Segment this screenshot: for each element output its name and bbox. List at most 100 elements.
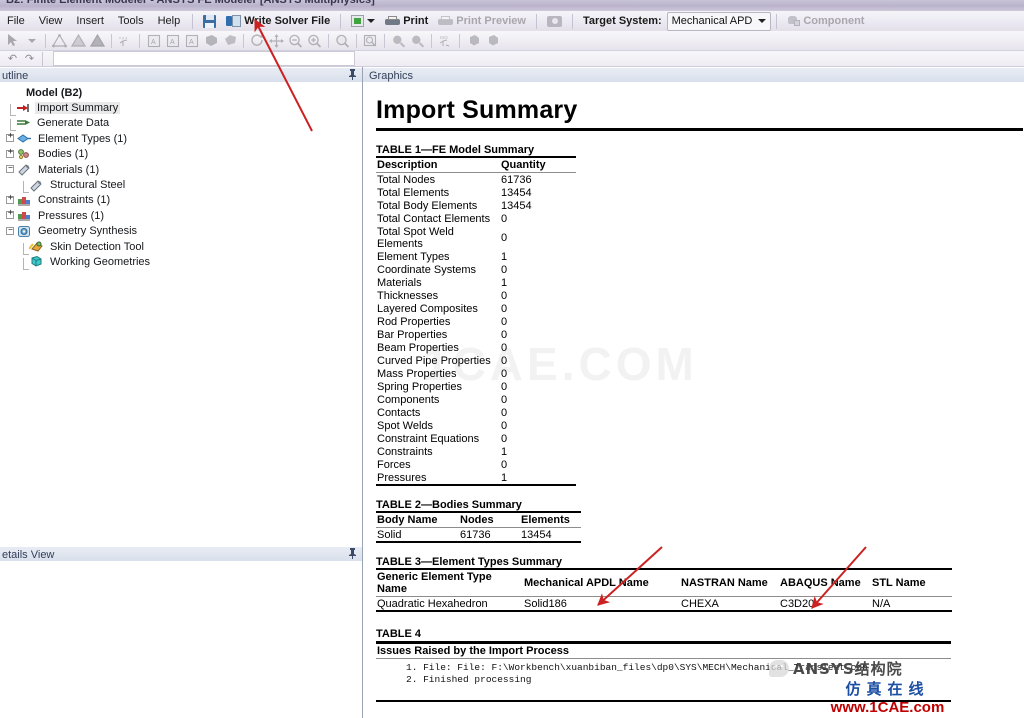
- select-nodes-icon[interactable]: [50, 32, 69, 49]
- table-cell: 13454: [501, 186, 532, 199]
- brand-url: www.1CAE.com: [830, 699, 945, 716]
- outline-node-skin-detection-tool[interactable]: Skin Detection Tool: [0, 239, 362, 255]
- outline-node-structural-steel[interactable]: Structural Steel: [0, 177, 362, 194]
- table-row: Pressures 1: [376, 471, 576, 486]
- image-capture-button[interactable]: [346, 14, 380, 28]
- outline-node-constraints-1[interactable]: Constraints (1): [0, 193, 362, 208]
- menu-tools[interactable]: Tools: [111, 13, 151, 29]
- undo-button[interactable]: ↶: [4, 52, 21, 65]
- chevron-down-icon[interactable]: [758, 19, 767, 23]
- box-zoom-icon[interactable]: [361, 32, 380, 49]
- zoom-in-icon[interactable]: [305, 32, 324, 49]
- chevron-down-icon[interactable]: [367, 19, 376, 23]
- separator: [431, 33, 432, 48]
- expand-toggle-icon[interactable]: [5, 193, 16, 206]
- print-preview-icon: [438, 15, 454, 27]
- wireframe-icon[interactable]: [220, 32, 239, 49]
- column-header: ABAQUS Name: [779, 568, 871, 597]
- magnifier-dark2-icon[interactable]: [408, 32, 427, 49]
- table3-caption: TABLE 3—Element Types Summary: [376, 556, 563, 568]
- menu-view[interactable]: View: [32, 13, 70, 29]
- iso-view-icon[interactable]: ISO: [436, 32, 455, 49]
- expand-toggle-icon[interactable]: [5, 147, 16, 160]
- view-top-icon[interactable]: A: [163, 32, 182, 49]
- outline-node-label: Materials (1): [38, 163, 100, 176]
- table-row: Rod Properties 0: [376, 315, 576, 328]
- rotate-icon[interactable]: [248, 32, 267, 49]
- table-cell: Constraints: [377, 445, 433, 458]
- zoom-out-icon[interactable]: [286, 32, 305, 49]
- view-side-icon[interactable]: A: [182, 32, 201, 49]
- print-preview-button[interactable]: Print Preview: [433, 14, 531, 28]
- outline-node-element-types-1[interactable]: Element Types (1): [0, 131, 362, 146]
- pin-icon[interactable]: [348, 548, 357, 562]
- pan-icon[interactable]: [267, 32, 286, 49]
- collapse-toggle-icon[interactable]: [5, 162, 16, 175]
- target-system-dropdown[interactable]: Mechanical APD: [666, 11, 772, 31]
- solid-shade-icon[interactable]: [201, 32, 220, 49]
- redo-button[interactable]: ↷: [21, 52, 38, 65]
- target-system-group: Target System:: [578, 14, 667, 28]
- generate-data-icon: [16, 117, 31, 130]
- outline-node-label: Geometry Synthesis: [38, 225, 138, 238]
- column-header: Quantity: [500, 156, 576, 173]
- bodies-icon: [17, 148, 32, 161]
- table-row: Total Contact Elements 0: [376, 212, 576, 225]
- write-solver-file-button[interactable]: Write Solver File: [221, 14, 335, 28]
- select-edges-icon[interactable]: [69, 32, 88, 49]
- table-cell: 0: [501, 432, 508, 445]
- command-input[interactable]: [53, 51, 355, 66]
- outline-node-import-summary[interactable]: Import Summary: [0, 100, 362, 117]
- outline-node-pressures-1[interactable]: Pressures (1): [0, 208, 362, 223]
- outline-node-materials-1[interactable]: Materials (1): [0, 162, 362, 177]
- table-cell: 0: [501, 458, 508, 471]
- menu-file[interactable]: File: [0, 13, 32, 29]
- collapse-toggle-icon[interactable]: [5, 224, 16, 237]
- outline-node-label: Skin Detection Tool: [50, 240, 144, 253]
- expand-toggle-icon[interactable]: [5, 208, 16, 221]
- magnifier-dark-icon[interactable]: [389, 32, 408, 49]
- table-cell: 13454: [520, 527, 581, 543]
- camera-button[interactable]: [542, 15, 567, 28]
- wechat-account-name: ANSYS结构院: [793, 659, 903, 678]
- separator: [192, 13, 194, 29]
- component-button[interactable]: Component: [782, 14, 869, 28]
- table-row: Constraints 1: [376, 445, 576, 458]
- save-button[interactable]: [198, 14, 221, 29]
- table-cell: 0: [501, 302, 508, 315]
- menu-help[interactable]: Help: [151, 13, 188, 29]
- column-header: Generic Element Type Name: [376, 568, 523, 597]
- image-icon: [351, 15, 365, 27]
- select-faces-icon[interactable]: [88, 32, 107, 49]
- pin-icon[interactable]: [348, 69, 357, 83]
- coordinate-axes-icon[interactable]: x y z: [116, 32, 135, 49]
- print-button[interactable]: Print: [380, 14, 433, 28]
- expand-toggle-icon[interactable]: [5, 131, 16, 144]
- details-view-panel: [0, 561, 362, 718]
- outline-node-generate-data[interactable]: Generate Data: [0, 116, 362, 132]
- zoom-fit-icon[interactable]: [333, 32, 352, 49]
- view-front-icon[interactable]: A: [144, 32, 163, 49]
- shaded-body-icon[interactable]: [464, 32, 483, 49]
- shaded-body2-icon[interactable]: [483, 32, 502, 49]
- table-row: Mass Properties 0: [376, 367, 576, 380]
- separator: [356, 33, 357, 48]
- chevron-down-icon[interactable]: [22, 32, 41, 49]
- table-cell: 1: [501, 445, 508, 458]
- outline-node-model-b2[interactable]: Model (B2): [0, 85, 362, 100]
- window-title: B2: Finite Element Modeler - ANSYS FE Mo…: [6, 0, 375, 6]
- menu-insert[interactable]: Insert: [69, 13, 111, 29]
- fe-model-summary-table: Description Quantity Total Nodes 61736 Tota…: [376, 156, 576, 486]
- element-types-summary-table: Generic Element Type Name Mechanical APDL…: [376, 568, 952, 612]
- select-cursor-icon[interactable]: [3, 32, 22, 49]
- outline-node-working-geometries[interactable]: Working Geometries: [0, 254, 362, 270]
- table-header-row: Generic Element Type Name Mechanical APDL…: [376, 568, 952, 597]
- svg-text:A: A: [189, 39, 194, 46]
- table-row: Total Spot Weld Elements 0: [376, 225, 576, 250]
- table-cell: Rod Properties: [377, 315, 451, 328]
- outline-panel-title: utline: [2, 69, 29, 82]
- outline-tree: Model (B2) Import Summary Generate Data Ele…: [0, 82, 362, 270]
- table-row: Element Types 1: [376, 250, 576, 263]
- outline-node-geometry-synthesis[interactable]: Geometry Synthesis: [0, 224, 362, 239]
- outline-node-bodies-1[interactable]: Bodies (1): [0, 147, 362, 162]
